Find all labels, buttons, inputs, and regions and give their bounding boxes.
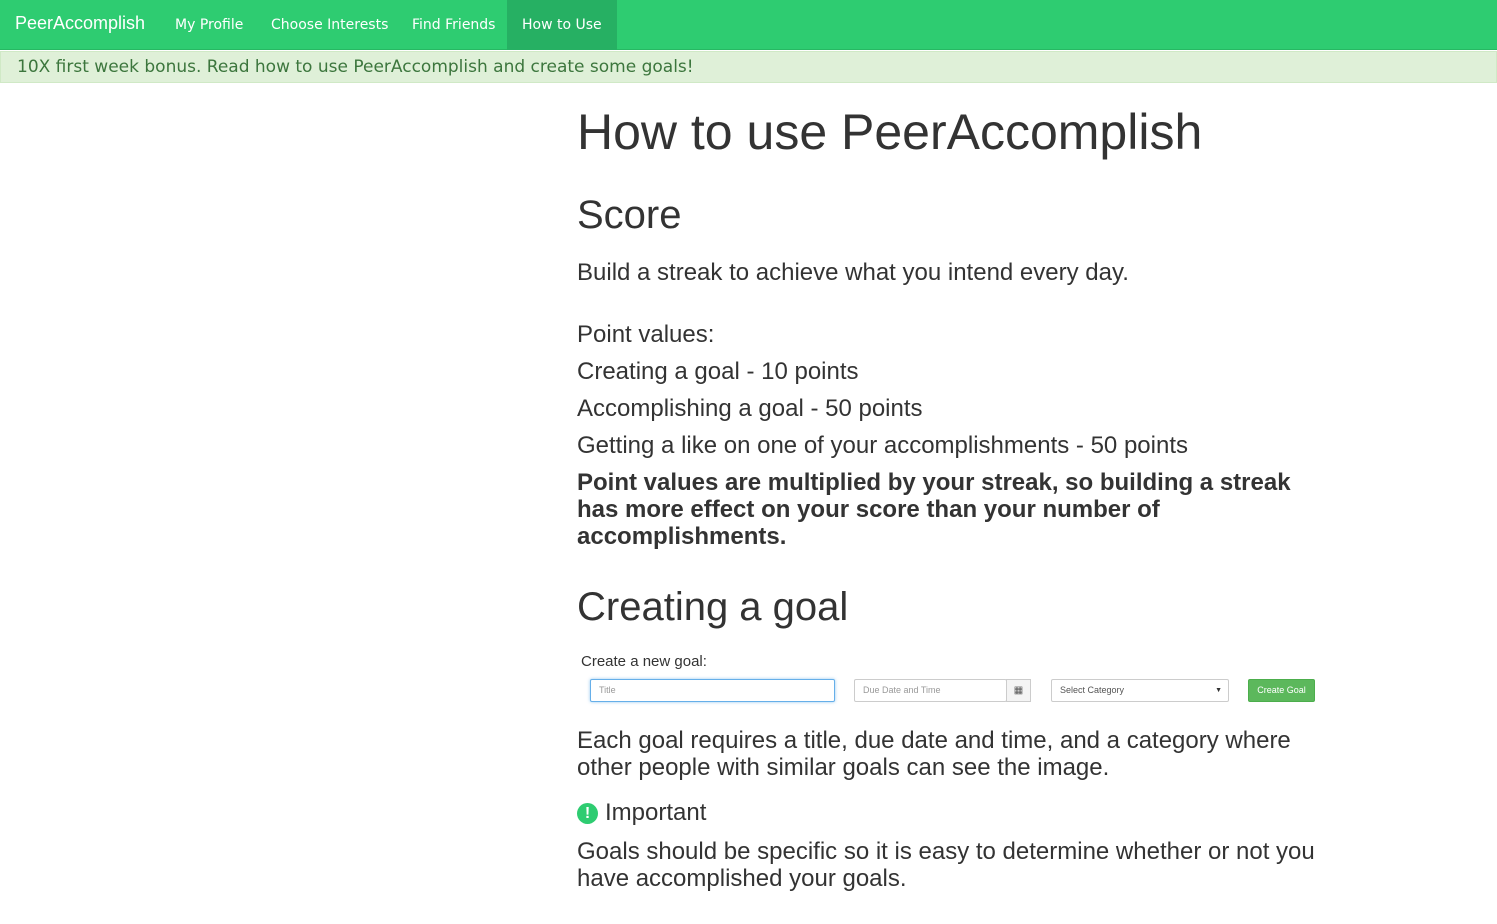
create-goal-label: Create a new goal: [581,653,707,670]
bonus-alert-banner: 10X first week bonus. Read how to use Pe… [0,51,1497,83]
brand-logo[interactable]: PeerAccomplish [15,13,145,34]
score-intro: Build a streak to achieve what you inten… [577,259,1129,286]
nav-how-to-use[interactable]: How to Use [507,0,617,50]
create-goal-button[interactable]: Create Goal [1248,679,1315,702]
calendar-icon[interactable]: ▦ [1006,679,1031,702]
point-value-item: Getting a like on one of your accomplish… [577,432,1188,459]
chevron-down-icon: ▼ [1215,687,1222,694]
page-title: How to use PeerAccomplish [577,104,1203,160]
exclamation-icon: ! [577,803,598,824]
nav-my-profile[interactable]: My Profile [160,0,258,50]
top-navbar: PeerAccomplish My Profile Choose Interes… [0,0,1497,50]
score-heading: Score [577,193,682,237]
creating-goal-heading: Creating a goal [577,585,849,629]
goal-requirements-text: Each goal requires a title, due date and… [577,727,1291,781]
streak-note: Point values are multiplied by your stre… [577,469,1291,550]
due-date-input[interactable]: Due Date and Time [854,679,1007,702]
nav-find-friends[interactable]: Find Friends [397,0,510,50]
category-select[interactable]: Select Category ▼ [1051,679,1229,702]
point-value-item: Accomplishing a goal - 50 points [577,395,923,422]
point-value-item: Creating a goal - 10 points [577,358,859,385]
important-text: Goals should be specific so it is easy t… [577,838,1315,892]
point-values-label: Point values: [577,321,715,348]
title-input[interactable]: Title [590,679,835,702]
category-select-value: Select Category [1060,685,1125,695]
nav-choose-interests[interactable]: Choose Interests [256,0,403,50]
important-heading: Important [605,799,707,826]
create-goal-form-example: Create a new goal: Title Due Date and Ti… [577,649,1337,709]
